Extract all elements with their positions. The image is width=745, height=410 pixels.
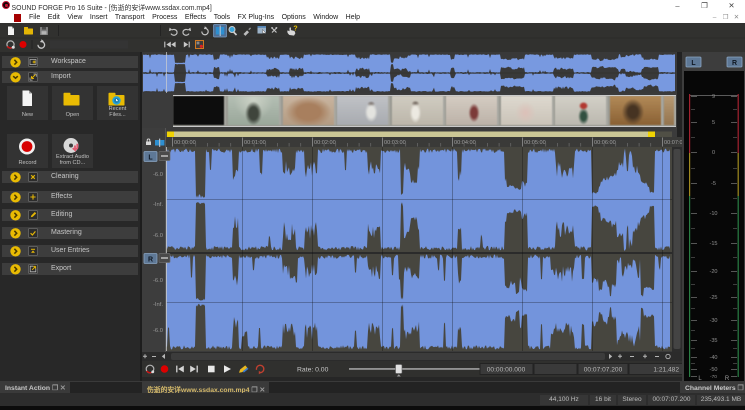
svg-text:00:05:00: 00:05:00	[524, 140, 546, 146]
svg-text:00:04:00: 00:04:00	[454, 140, 476, 146]
svg-text:-Inf.: -Inf.	[153, 302, 163, 308]
svg-text:-15: -15	[709, 241, 717, 247]
svg-text:-20: -20	[709, 269, 717, 275]
svg-text:-6.0: -6.0	[153, 172, 163, 178]
svg-text:-5: -5	[711, 181, 716, 187]
svg-text:-6.0: -6.0	[153, 328, 163, 334]
svg-text:1:21,482: 1:21,482	[653, 367, 679, 374]
svg-text:Rate: 0.00: Rate: 0.00	[297, 366, 329, 373]
svg-text:-6.0: -6.0	[153, 233, 163, 239]
svg-text:-70: -70	[710, 374, 717, 380]
svg-text:-Inf.: -Inf.	[153, 202, 163, 208]
svg-text:00:03:00: 00:03:00	[384, 140, 406, 146]
svg-text:00:01:00: 00:01:00	[244, 140, 266, 146]
svg-text:R: R	[148, 256, 153, 263]
svg-text:00:00:00: 00:00:00	[174, 140, 196, 146]
svg-text:-6.0: -6.0	[153, 278, 163, 284]
svg-text:L: L	[691, 60, 696, 67]
svg-text:00:02:00: 00:02:00	[314, 140, 336, 146]
svg-text:?: ?	[293, 26, 297, 33]
svg-text:-35: -35	[709, 338, 717, 344]
svg-text:-40: -40	[709, 355, 717, 361]
svg-text:-30: -30	[709, 318, 717, 324]
svg-text:-25: -25	[709, 295, 717, 301]
svg-text:00:06:00: 00:06:00	[594, 140, 616, 146]
svg-text:00:00:00.000: 00:00:00.000	[487, 367, 526, 374]
svg-text:L: L	[148, 154, 153, 161]
svg-text:R: R	[732, 60, 737, 67]
svg-text:9: 9	[712, 94, 715, 100]
svg-text:0: 0	[712, 150, 715, 156]
svg-text:00:07:07.200: 00:07:07.200	[584, 367, 623, 374]
svg-text:-50: -50	[709, 367, 717, 373]
svg-text:5: 5	[712, 120, 715, 126]
svg-text:-10: -10	[709, 211, 717, 217]
